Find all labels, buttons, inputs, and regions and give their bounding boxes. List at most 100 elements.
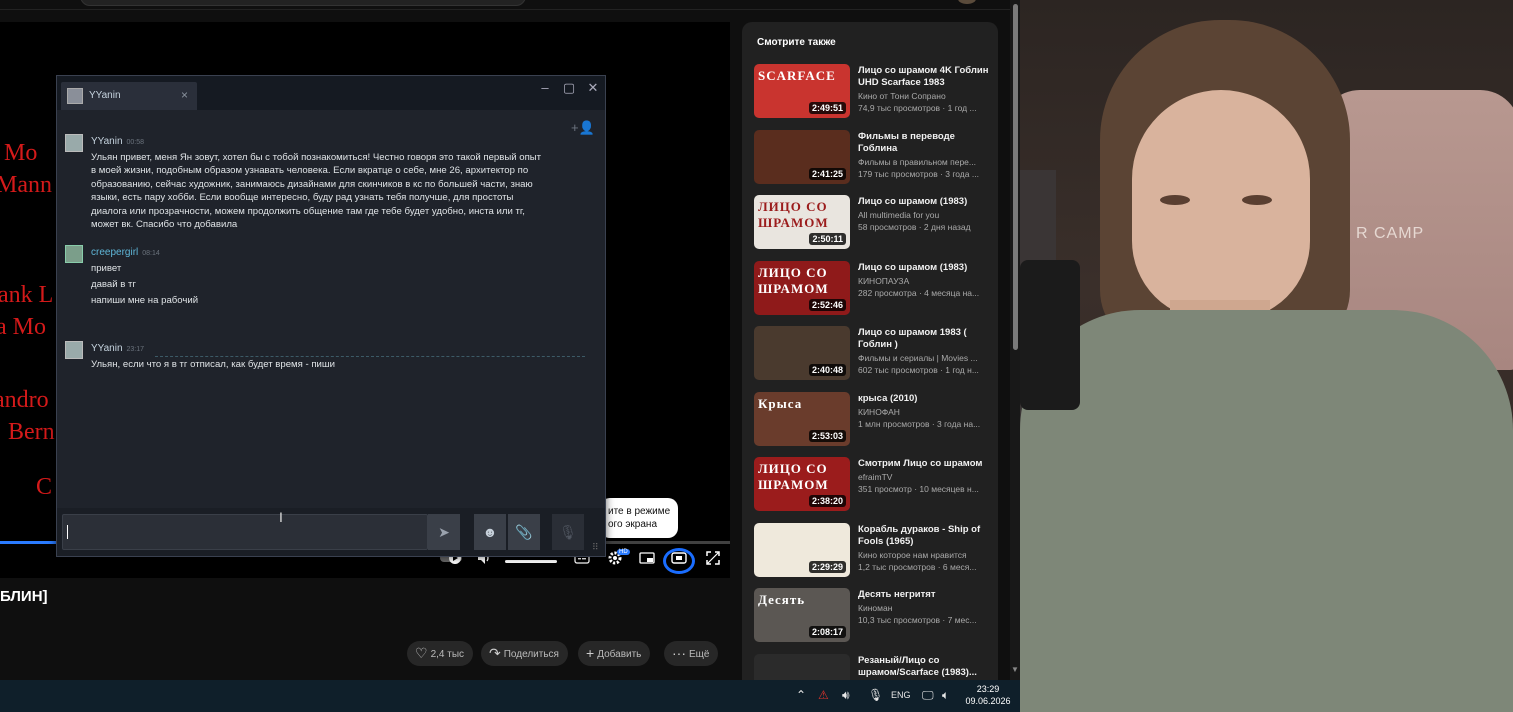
video-title[interactable]: Резаный/Лицо со шрамом/Scarface (1983)..… [858, 655, 990, 679]
avatar [65, 134, 83, 152]
search-bar[interactable] [80, 0, 526, 6]
video-duration: 2:41:25 [808, 167, 846, 180]
channel-name[interactable]: All multimedia for you [858, 210, 990, 220]
avatar [65, 245, 83, 263]
recommended-video[interactable]: ЛИЦО СО ШРАМОМ 2:50:11 Лицо со шрамом (198… [754, 195, 994, 251]
steam-chat-window[interactable]: YYanin × – ▢ ✕ +👤 YYanin 00:58 Ульян прив… [56, 75, 606, 557]
author-name[interactable]: creepergirl [91, 247, 138, 258]
channel-name[interactable]: Кино которое нам нравится [858, 550, 990, 560]
recommended-video[interactable]: 2:41:25 Фильмы в переводе Гоблина Фильмы в… [754, 129, 994, 186]
share-label: Поделиться [503, 649, 559, 660]
channel-name[interactable]: Фильмы и сериалы | Movies ... [858, 353, 990, 363]
recommended-video[interactable]: Десять 2:08:17 Десять негритят Киноман 10,3 … [754, 588, 994, 644]
scrollbar-thumb[interactable] [1013, 4, 1018, 350]
speaker-icon[interactable]: 🔊︎ [842, 688, 850, 703]
video-title[interactable]: Лицо со шрамом 4K Гоблин UHD Scarface 19… [858, 65, 990, 89]
system-clock[interactable]: 23:29 09.06.2026 [960, 683, 1016, 707]
volume-tray-icon[interactable]: 🔈︎ [942, 688, 949, 703]
miniplayer-icon[interactable] [636, 550, 658, 572]
credit-text: Bern [8, 419, 55, 445]
account-avatar[interactable] [958, 0, 976, 4]
video-thumbnail[interactable]: 2:29:29 [754, 522, 850, 577]
more-button[interactable]: ··· Ещё [664, 641, 719, 666]
microphone [1020, 260, 1080, 410]
video-duration: 2:29:29 [808, 560, 846, 573]
channel-name[interactable]: efraimTV [858, 472, 990, 482]
voice-button[interactable]: 🎙 [552, 514, 584, 550]
video-title[interactable]: крыса (2010) [858, 393, 990, 405]
recommended-video[interactable]: SCARFACE 2:49:51 Лицо со шрамом 4K Гоблин … [754, 64, 994, 120]
volume-slider[interactable] [505, 560, 557, 563]
language-indicator[interactable]: ENG [891, 690, 911, 700]
video-meta: 602 тыс просмотров · 1 год н... [858, 365, 979, 375]
scroll-down-arrow-icon[interactable]: ▼ [1011, 665, 1019, 674]
video-title[interactable]: Лицо со шрамом 1983 ( Гоблин ) [858, 327, 990, 351]
recommended-video[interactable]: ЛИЦО СО ШРАМОМ 2:38:20 Смотрим Лицо со шра… [754, 457, 994, 513]
video-thumbnail[interactable]: ЛИЦО СО ШРАМОМ 2:50:11 [754, 195, 850, 249]
video-thumbnail[interactable]: Десять 2:08:17 [754, 588, 850, 642]
chair-logo: R CAMP [1356, 225, 1425, 242]
video-title[interactable]: Десять негритят [858, 589, 990, 601]
channel-name[interactable]: Киноман [858, 603, 990, 613]
video-thumbnail[interactable]: SCARFACE 2:49:51 [754, 64, 850, 118]
video-title[interactable]: Смотрим Лицо со шрамом [858, 458, 990, 470]
chat-message-list[interactable]: +👤 YYanin 00:58 Ульян привет, меня Ян зов… [57, 110, 605, 508]
video-duration: 2:08:17 [808, 626, 846, 638]
fullscreen-icon[interactable] [702, 550, 724, 572]
video-duration: 2:40:48 [808, 364, 846, 376]
recommended-video[interactable]: 2:29:29 Корабль дураков - Ship of Fools (… [754, 522, 994, 579]
video-thumbnail[interactable] [754, 653, 850, 682]
channel-name[interactable]: Фильмы в правильном пере... [858, 157, 990, 167]
video-title[interactable]: Фильмы в переводе Гоблина [858, 131, 990, 155]
credit-text: a Mo [0, 314, 46, 340]
recommended-video[interactable]: ЛИЦО СО ШРАМОМ 2:52:46 Лицо со шрамом (198… [754, 260, 994, 317]
video-thumbnail[interactable]: 2:40:48 [754, 326, 850, 380]
clock-time: 23:29 [976, 684, 1000, 694]
message-input[interactable] [62, 514, 428, 550]
minimize-icon[interactable]: – [535, 80, 555, 95]
author-name[interactable]: YYanin [91, 343, 123, 354]
channel-name[interactable]: КИНОФАН [858, 407, 990, 417]
send-button[interactable]: ➤ [428, 514, 460, 550]
resize-grip-icon[interactable]: ⠿ [592, 542, 599, 553]
video-title[interactable]: Корабль дураков - Ship of Fools (1965) [858, 524, 990, 548]
video-thumbnail[interactable]: ЛИЦО СО ШРАМОМ 2:52:46 [754, 260, 850, 315]
share-button[interactable]: ↷ Поделиться [481, 641, 568, 666]
video-thumbnail[interactable]: ЛИЦО СО ШРАМОМ 2:38:20 [754, 457, 850, 511]
author-name[interactable]: YYanin [91, 136, 123, 147]
video-title[interactable]: Лицо со шрамом (1983) [858, 262, 990, 274]
emoji-button[interactable]: ☻ [474, 514, 506, 550]
video-thumbnail[interactable]: Крыса 2:53:03 [754, 391, 850, 446]
mic-tray-icon[interactable]: 🎙︎ [868, 688, 883, 702]
video-meta: 1,2 тыс просмотров · 6 меся... [858, 561, 977, 572]
close-window-icon[interactable]: ✕ [583, 80, 603, 96]
warning-icon[interactable]: ⚠ [818, 688, 829, 702]
attach-button[interactable]: 📎 [508, 514, 540, 550]
add-friend-icon[interactable]: +👤 [571, 120, 595, 136]
maximize-icon[interactable]: ▢ [559, 80, 579, 96]
add-to-playlist-button[interactable]: + Добавить [578, 641, 651, 666]
network-icon[interactable]: 🖵 [922, 688, 934, 703]
chat-titlebar[interactable]: YYanin × – ▢ ✕ [57, 76, 605, 110]
chat-tab[interactable]: YYanin × [61, 82, 197, 110]
message-author[interactable]: YYanin 00:58 [91, 136, 144, 147]
message-text: Ульян привет, меня Ян зовут, хотел бы с … [91, 152, 542, 163]
thumbnail-label: SCARFACE [758, 68, 836, 83]
avatar [65, 341, 83, 359]
close-tab-icon[interactable]: × [181, 88, 188, 102]
channel-name[interactable]: КИНОПАУЗА [858, 276, 990, 286]
thumbnail-label: ЛИЦО СО ШРАМОМ [758, 199, 829, 230]
message-author[interactable]: creepergirl 08:14 [91, 247, 160, 258]
video-meta: 58 просмотров · 2 дня назад [858, 222, 971, 232]
video-duration: 2:52:46 [808, 298, 846, 311]
video-title[interactable]: Лицо со шрамом (1983) [858, 196, 990, 208]
recommended-video[interactable]: 2:40:48 Лицо со шрамом 1983 ( Гоблин ) Фил… [754, 326, 994, 382]
like-button[interactable]: ♡ 2,4 тыс [407, 641, 474, 666]
message-author[interactable]: YYanin 23:17 [91, 343, 144, 354]
tray-overflow-icon[interactable]: ⌃ [796, 688, 806, 702]
channel-name[interactable]: Кино от Тони Сопрано [858, 91, 990, 101]
video-thumbnail[interactable]: 2:41:25 [754, 129, 850, 184]
recommended-video[interactable]: Резаный/Лицо со шрамом/Scarface (1983)..… [754, 653, 994, 682]
recommended-video[interactable]: Крыса 2:53:03 крыса (2010) КИНОФАН 1 млн про… [754, 391, 994, 448]
page-scrollbar[interactable]: ▼ [1010, 0, 1020, 680]
